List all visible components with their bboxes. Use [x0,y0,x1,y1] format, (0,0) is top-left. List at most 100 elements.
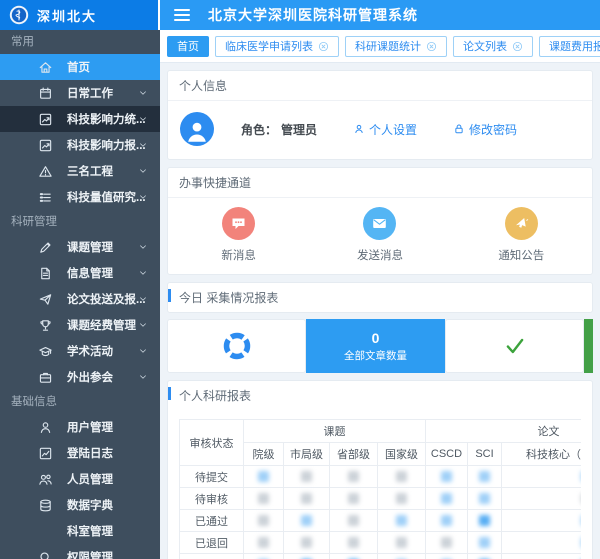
sidebar-item[interactable]: 人员管理 [0,466,160,492]
stat-value: 0 [372,330,380,346]
table-row: 自动通过 [180,554,582,559]
sidebar-item[interactable]: 科技影响力统... [0,106,160,132]
tab[interactable]: 首页 [167,36,209,57]
chevron-down-icon [138,166,148,176]
menu-toggle-icon[interactable] [174,9,190,21]
chart-icon [38,138,53,153]
check-icon [503,334,527,358]
content-area: 个人信息 角色：管理员 个人设置 [160,63,600,559]
stat-box-total-articles[interactable]: 0 全部文章数量 [306,319,445,373]
avatar[interactable] [180,112,214,146]
blurred-value[interactable] [301,515,312,526]
sidebar-item[interactable]: 日常工作 [0,80,160,106]
tab[interactable]: 论文列表 [453,36,533,57]
close-icon[interactable] [318,41,329,52]
role-label: 角色： [241,123,277,137]
chart-icon [38,112,53,127]
blurred-value[interactable] [441,515,452,526]
table-cell [378,488,426,510]
blurred-value[interactable] [441,471,452,482]
sidebar-item[interactable]: 用户管理 [0,414,160,440]
table-cell [284,532,330,554]
change-password-link[interactable]: 修改密码 [453,121,517,138]
chevron-down-icon [138,294,148,304]
sidebar-item-label: 科技影响力报... [67,137,146,153]
database-icon [38,498,53,513]
sidebar-item[interactable]: 外出参会 [0,364,160,390]
sidebar-item[interactable]: 课题管理 [0,234,160,260]
close-icon[interactable] [426,41,437,52]
sidebar-item-label: 登陆日志 [67,445,113,461]
personal-settings-link[interactable]: 个人设置 [353,121,417,138]
search-icon [38,550,53,559]
calendar-icon [38,86,53,101]
sidebar-item[interactable]: 信息管理 [0,260,160,286]
blurred-value [348,515,359,526]
tab[interactable]: 科研课题统计 [345,36,447,57]
blurred-value [441,537,452,548]
sidebar-item-label: 日常工作 [67,85,113,101]
table-cell [244,466,284,488]
page-title: 北京大学深圳医院科研管理系统 [208,5,418,25]
quick-action[interactable]: 发送消息 [309,207,450,263]
user-icon [353,123,365,135]
blurred-value[interactable] [396,515,407,526]
table-cell [284,554,330,559]
sidebar-item[interactable]: 科技量值研究... [0,184,160,210]
stat-box-green[interactable] [584,319,593,373]
table-cell [244,532,284,554]
table-cell [244,510,284,532]
tab[interactable]: 课题费用报表 [539,36,600,57]
blurred-value[interactable] [479,493,490,504]
table-column-header: 市局级 [284,443,330,466]
blurred-value [301,537,312,548]
logo-text: 深圳北大 [37,6,97,25]
sidebar-item[interactable]: 三名工程 [0,158,160,184]
sidebar-item-label: 用户管理 [67,419,113,435]
stat-box-loader[interactable] [167,319,306,373]
sidebar-item[interactable]: 登陆日志 [0,440,160,466]
sidebar-item[interactable]: 权限管理 [0,544,160,559]
table-cell [330,510,378,532]
sidebar-section-header: 科研管理 [0,210,160,234]
blurred-value[interactable] [479,515,490,526]
profile-body: 角色：管理员 个人设置 修改密码 [168,101,592,159]
table-cell [426,466,468,488]
blurred-value [348,471,359,482]
sidebar-item[interactable]: 课题经费管理 [0,312,160,338]
sidebar-item[interactable]: 科技影响力报... [0,132,160,158]
tab[interactable]: 临床医学申请列表 [215,36,339,57]
blurred-value [258,493,269,504]
blurred-value [348,493,359,504]
sidebar-item-label: 科技影响力统... [67,111,146,127]
quick-action[interactable]: 通知公告 [451,207,592,263]
tab-bar: 首页临床医学申请列表科研课题统计论文列表课题费用报表用户列表 [160,30,600,63]
stat-box-check[interactable] [445,319,584,373]
people-icon [38,472,53,487]
blurred-value[interactable] [441,493,452,504]
table-cell [284,510,330,532]
research-report-card: 个人科研报表 审核状态课题论文院级市局级省部级国家级CSCDSCI科技核心（统计… [167,380,593,559]
table-cell [502,488,582,510]
table-column-header: 科技核心（统计源）期刊 [502,443,582,466]
sidebar-item[interactable]: 首页 [0,54,160,80]
today-stat-row: 0 全部文章数量 [167,319,593,373]
sidebar-item[interactable]: 论文投送及报... [0,286,160,312]
table-cell [426,510,468,532]
sidebar-item[interactable]: 学术活动 [0,338,160,364]
blurred-value[interactable] [258,471,269,482]
document-icon [38,266,53,281]
sidebar-item[interactable]: 数据字典 [0,492,160,518]
quick-action[interactable]: 新消息 [168,207,309,263]
table-cell [468,466,502,488]
table-cell [330,554,378,559]
close-icon[interactable] [512,41,523,52]
table-cell [502,510,582,532]
mail-icon [363,207,396,240]
blurred-value[interactable] [479,537,490,548]
edit-icon [38,240,53,255]
sidebar-item-label: 首页 [67,59,90,75]
quick-action-label: 通知公告 [498,247,544,263]
blurred-value[interactable] [479,471,490,482]
sidebar-item[interactable]: 科室管理 [0,518,160,544]
